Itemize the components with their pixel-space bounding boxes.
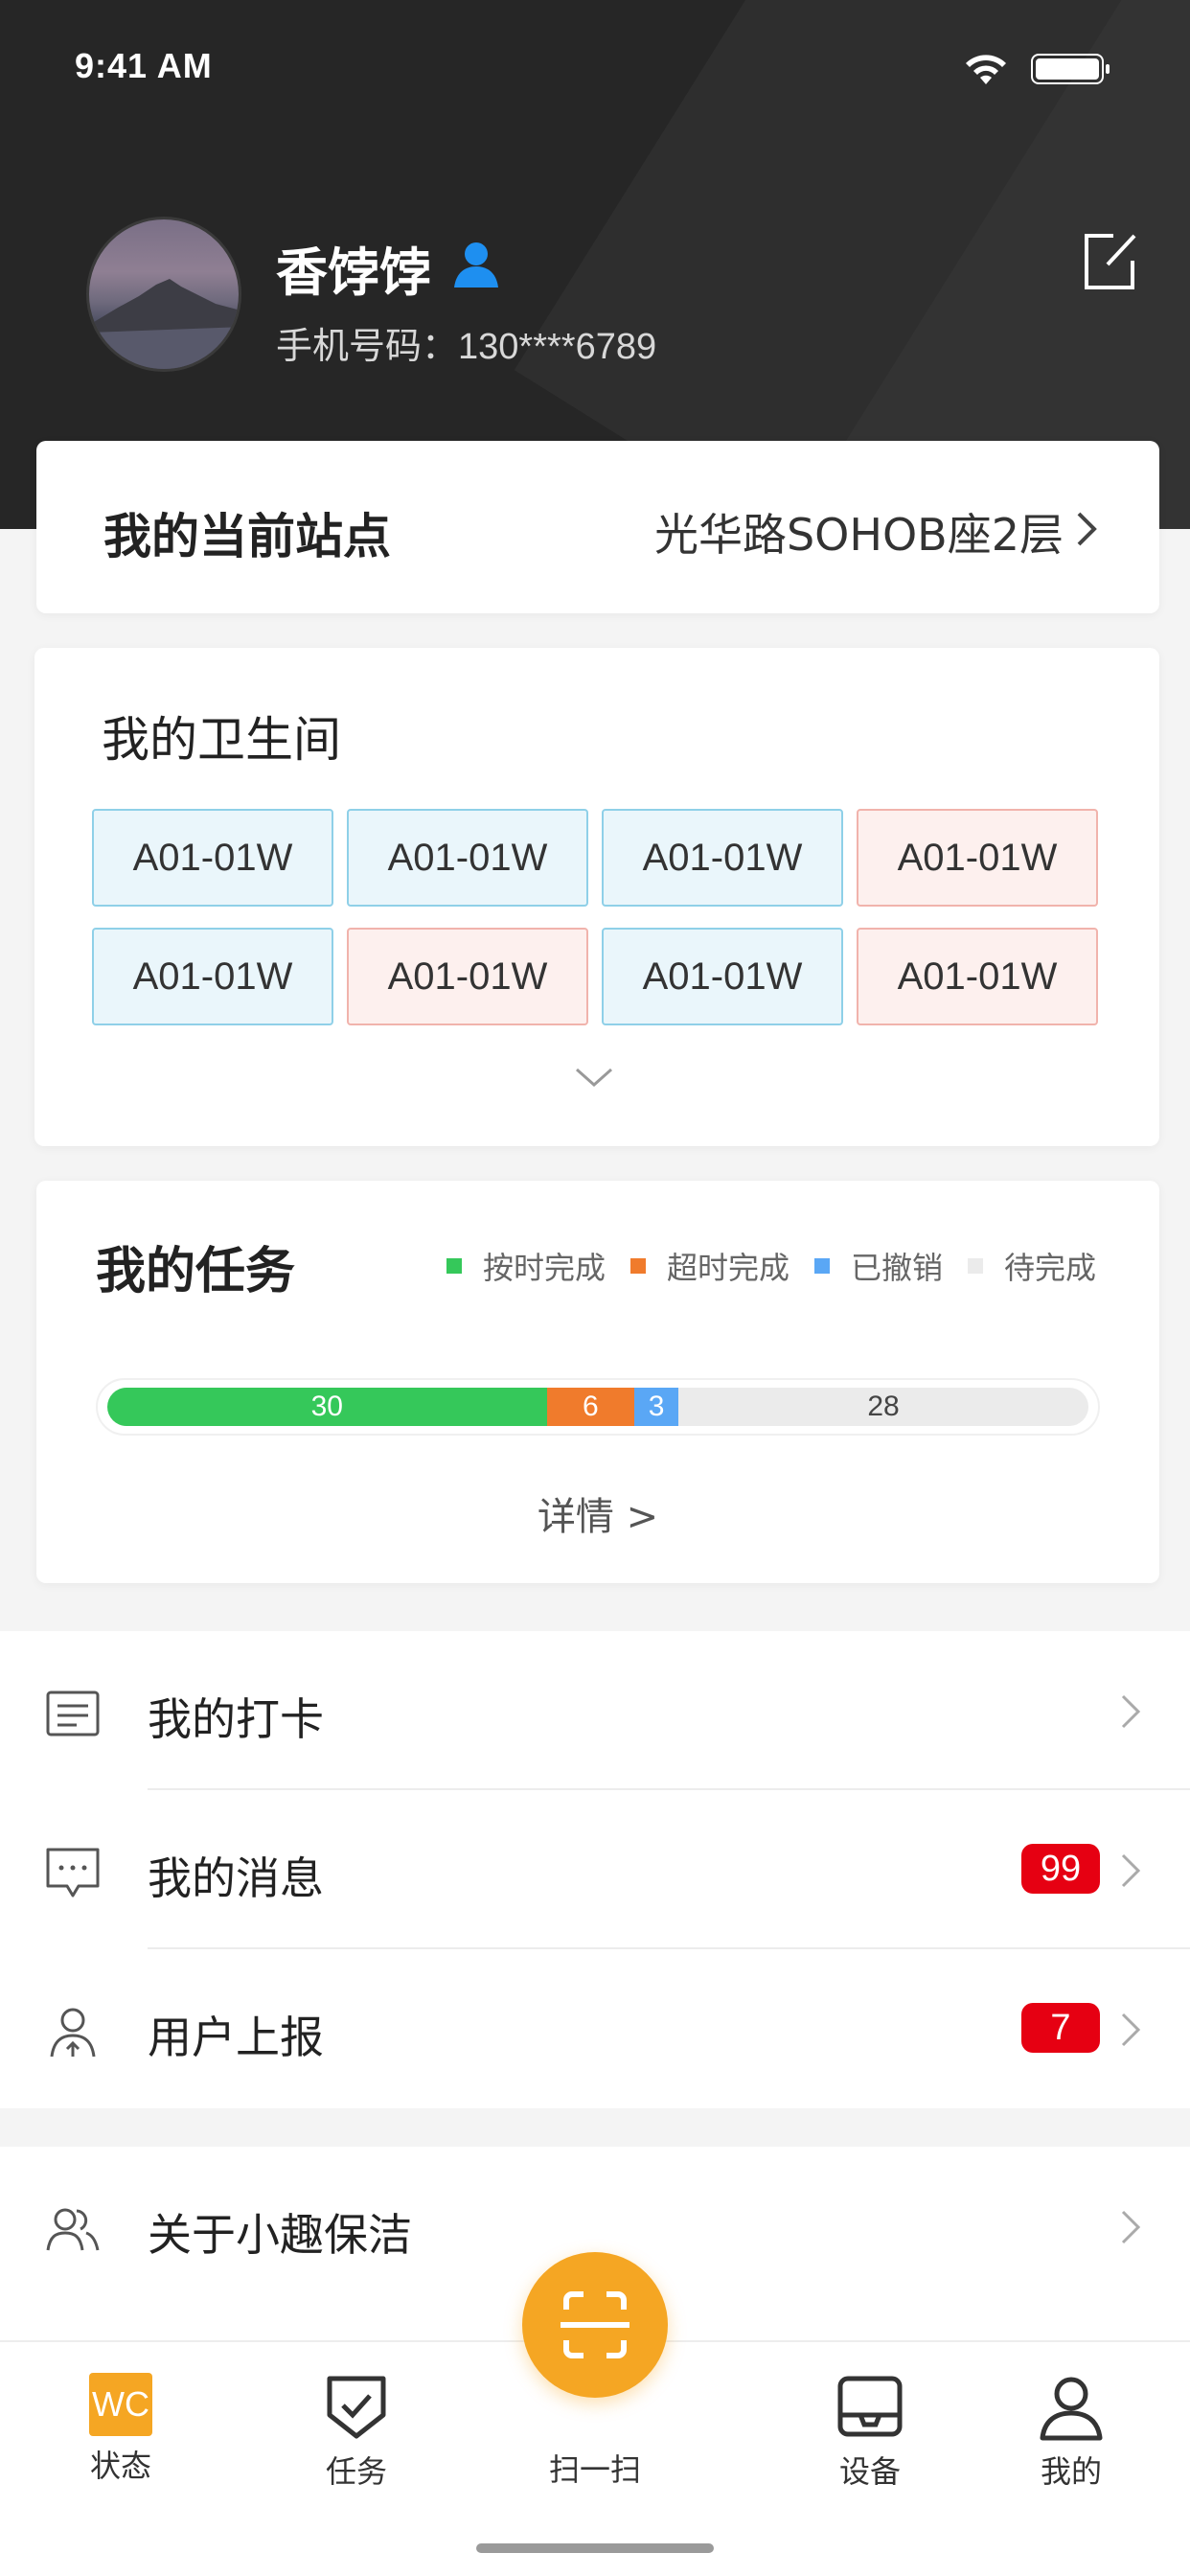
task-progress-track: 30 6 3 28 bbox=[96, 1378, 1100, 1436]
chevron-right-icon bbox=[1121, 2012, 1141, 2047]
avatar[interactable] bbox=[86, 217, 241, 372]
chevron-right-icon bbox=[1121, 1853, 1141, 1888]
status-bar: 9:41 AM bbox=[0, 0, 1190, 134]
restroom-tile[interactable]: A01-01W bbox=[857, 928, 1098, 1025]
legend-label: 超时完成 bbox=[666, 1250, 790, 1286]
menu-item-label: 用户上报 bbox=[148, 2012, 324, 2063]
station-label: 我的当前站点 bbox=[103, 509, 391, 564]
edit-profile-icon[interactable] bbox=[1081, 230, 1138, 293]
tab-tasks-label: 任务 bbox=[325, 2453, 387, 2490]
progress-segment: 28 bbox=[678, 1388, 1088, 1426]
progress-segment: 6 bbox=[546, 1388, 635, 1426]
wc-icon: WC bbox=[89, 2373, 152, 2436]
task-detail-link[interactable]: 详情 > bbox=[36, 1485, 1159, 1541]
legend-swatch bbox=[813, 1258, 830, 1274]
station-value: 光华路SOHOB座2层 bbox=[653, 509, 1064, 561]
legend-item: 超时完成 bbox=[629, 1244, 790, 1288]
battery-icon bbox=[1031, 54, 1110, 84]
legend-item: 按时完成 bbox=[446, 1244, 606, 1288]
progress-segment: 3 bbox=[634, 1388, 679, 1426]
progress-segment: 30 bbox=[107, 1388, 547, 1426]
phone-label: 手机号码： bbox=[276, 325, 459, 367]
restroom-tile[interactable]: A01-01W bbox=[857, 809, 1098, 907]
legend-label: 待完成 bbox=[1003, 1250, 1096, 1286]
menu-item-label: 我的消息 bbox=[148, 1852, 324, 1904]
status-time: 9:41 AM bbox=[75, 46, 213, 85]
restroom-title: 我的卫生间 bbox=[102, 712, 341, 768]
tab-mine[interactable]: 我的 bbox=[995, 2373, 1148, 2492]
chevron-right-icon bbox=[1077, 512, 1097, 546]
user-name: 香饽饽 bbox=[276, 242, 431, 303]
notification-badge: 99 bbox=[1021, 1844, 1100, 1894]
task-card: 我的任务 按时完成 超时完成 已撤销 待完成 30 6 3 28 详情 > bbox=[36, 1181, 1159, 1583]
task-progress-bar: 30 6 3 28 bbox=[107, 1388, 1088, 1426]
scan-button[interactable] bbox=[522, 2252, 668, 2398]
user-report-icon bbox=[50, 2008, 96, 2058]
task-title: 我的任务 bbox=[96, 1243, 296, 1300]
user-phone: 手机号码：130****6789 bbox=[276, 316, 656, 369]
restroom-tile[interactable]: A01-01W bbox=[92, 809, 333, 907]
notification-badge: 7 bbox=[1021, 2003, 1100, 2053]
tab-mine-label: 我的 bbox=[1040, 2453, 1102, 2490]
menu-item[interactable]: 我的打卡 bbox=[0, 1631, 1190, 1790]
tab-status[interactable]: WC 状态 bbox=[44, 2373, 197, 2486]
legend-swatch bbox=[629, 1258, 646, 1274]
restroom-tile[interactable]: A01-01W bbox=[602, 809, 843, 907]
restroom-grid: A01-01W A01-01W A01-01W A01-01W A01-01W A01-0… bbox=[92, 809, 1098, 1025]
restroom-tile[interactable]: A01-01W bbox=[347, 809, 588, 907]
about-users-icon bbox=[46, 2208, 100, 2251]
verified-user-icon bbox=[454, 242, 498, 288]
scan-icon bbox=[561, 2291, 629, 2358]
menu-item[interactable]: 我的消息 99 bbox=[0, 1790, 1190, 1949]
tab-tasks[interactable]: 任务 bbox=[280, 2373, 433, 2492]
menu-item-label: 关于小趣保洁 bbox=[148, 2209, 412, 2261]
chevron-right-icon bbox=[1121, 2210, 1141, 2244]
restroom-tile[interactable]: A01-01W bbox=[92, 928, 333, 1025]
legend-label: 按时完成 bbox=[482, 1250, 606, 1286]
chevron-right-icon bbox=[1121, 1694, 1141, 1729]
current-station-card[interactable]: 我的当前站点 光华路SOHOB座2层 bbox=[36, 441, 1159, 613]
legend-item: 待完成 bbox=[967, 1244, 1096, 1288]
menu-item-label: 我的打卡 bbox=[148, 1693, 324, 1745]
restroom-tile[interactable]: A01-01W bbox=[602, 928, 843, 1025]
menu-group-main: 我的打卡我的消息 99 用户上报 7 bbox=[0, 1631, 1190, 2108]
legend-swatch bbox=[446, 1258, 462, 1274]
menu-item[interactable]: 用户上报 7 bbox=[0, 1949, 1190, 2108]
phone-number: 130****6789 bbox=[458, 327, 657, 367]
device-icon bbox=[837, 2376, 903, 2437]
message-icon bbox=[46, 1848, 100, 1898]
clock-in-icon bbox=[46, 1690, 100, 1736]
chevron-down-icon[interactable] bbox=[573, 1064, 615, 1091]
restroom-card: 我的卫生间 A01-01W A01-01W A01-01W A01-01W A01-01… bbox=[34, 648, 1159, 1146]
wifi-icon bbox=[966, 55, 1006, 84]
tab-status-label: 状态 bbox=[89, 2448, 151, 2484]
legend-swatch bbox=[967, 1258, 983, 1274]
restroom-tile[interactable]: A01-01W bbox=[347, 928, 588, 1025]
tab-devices[interactable]: 设备 bbox=[793, 2373, 947, 2492]
legend-item: 已撤销 bbox=[813, 1244, 943, 1288]
task-shield-icon bbox=[327, 2376, 386, 2439]
home-indicator bbox=[476, 2543, 714, 2553]
profile-icon bbox=[1040, 2377, 1103, 2441]
task-legend: 按时完成 超时完成 已撤销 待完成 bbox=[422, 1244, 1096, 1288]
legend-label: 已撤销 bbox=[850, 1250, 943, 1286]
tab-scan-label[interactable]: 扫一扫 bbox=[479, 2446, 711, 2490]
tab-devices-label: 设备 bbox=[838, 2453, 901, 2490]
